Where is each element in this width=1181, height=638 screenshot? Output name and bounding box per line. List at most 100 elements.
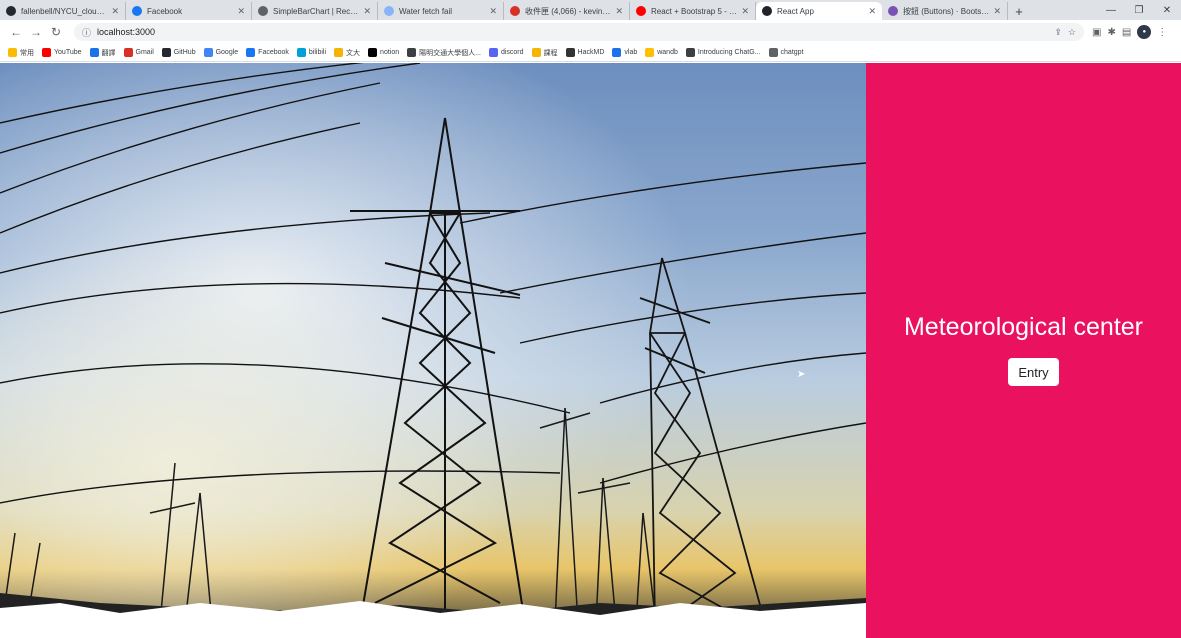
bookmark-icon bbox=[531, 48, 541, 57]
page-content: ➤ Meteorological center Entry bbox=[0, 63, 1181, 638]
tab-label: SimpleBarChart | Rechar... bbox=[273, 6, 360, 16]
bookmark-label: 文大 bbox=[346, 49, 361, 57]
bookmark-item[interactable]: Introducing ChatG... bbox=[685, 48, 761, 57]
bookmark-label: Introducing ChatG... bbox=[697, 49, 761, 56]
bookmark-label: discord bbox=[500, 49, 524, 56]
bookmark-icon bbox=[612, 48, 622, 57]
site-info-icon[interactable]: ⓘ bbox=[82, 26, 91, 39]
transmission-towers-illustration bbox=[0, 63, 866, 638]
bookmark-item[interactable]: YouTube bbox=[42, 48, 82, 57]
bookmark-item[interactable]: 陽明交通大學個人... bbox=[407, 48, 481, 58]
bookmark-item[interactable]: vlab bbox=[612, 48, 637, 57]
tab-label: React + Bootstrap 5 - Ini... bbox=[651, 6, 738, 16]
menu-icon[interactable]: ⋮ bbox=[1157, 27, 1167, 38]
bookmark-icon bbox=[296, 48, 306, 57]
bookmark-icon bbox=[246, 48, 256, 57]
bookmark-item[interactable]: chatgpt bbox=[768, 48, 804, 57]
share-icon[interactable]: ⇪ bbox=[1054, 27, 1062, 38]
tab-close-icon[interactable]: ✕ bbox=[741, 6, 749, 17]
bookmark-icon bbox=[368, 48, 378, 57]
puzzle-icon[interactable]: ✱ bbox=[1107, 27, 1115, 38]
bookmark-item[interactable]: Gmail bbox=[123, 48, 154, 57]
bookmark-label: 課程 bbox=[543, 49, 558, 57]
address-bar[interactable]: ⓘ localhost:3000 ⇪ ☆ bbox=[74, 23, 1084, 41]
react-icon bbox=[762, 6, 772, 16]
bookmark-icon bbox=[161, 48, 171, 57]
browser-tab[interactable]: Water fetch fail ✕ bbox=[378, 2, 504, 20]
bookmark-star-icon[interactable]: ☆ bbox=[1068, 27, 1076, 38]
bookmark-label: chatgpt bbox=[780, 49, 804, 56]
browser-tab[interactable]: Facebook ✕ bbox=[126, 2, 252, 20]
bookmark-label: HackMD bbox=[577, 49, 605, 56]
browser-tab[interactable]: React + Bootstrap 5 - Ini... ✕ bbox=[630, 2, 756, 20]
bookmark-item[interactable]: HackMD bbox=[565, 48, 605, 57]
tab-close-icon[interactable]: ✕ bbox=[615, 6, 623, 17]
tab-label: React App bbox=[777, 6, 814, 16]
bookmark-icon bbox=[334, 48, 344, 57]
tab-label: Water fetch fail bbox=[399, 6, 453, 16]
bookmark-icon bbox=[42, 48, 51, 57]
bookmark-label: wandb bbox=[657, 49, 678, 56]
bookmark-item[interactable]: 課程 bbox=[531, 48, 558, 58]
tab-close-icon[interactable]: ✕ bbox=[993, 6, 1001, 17]
bookmark-label: bilibili bbox=[308, 49, 327, 56]
forward-icon[interactable]: → bbox=[26, 22, 46, 42]
tab-close-icon[interactable]: ✕ bbox=[489, 6, 497, 17]
bookmark-item[interactable]: Facebook bbox=[246, 48, 289, 57]
tab-close-icon[interactable]: ✕ bbox=[237, 6, 245, 17]
bookmark-item[interactable]: notion bbox=[368, 48, 399, 57]
tab-close-icon[interactable]: ✕ bbox=[111, 6, 119, 17]
browser-tab[interactable]: fallenbell/NYCU_cloud_... ✕ bbox=[0, 2, 126, 20]
bookmark-label: 常用 bbox=[20, 49, 34, 57]
bookmark-item[interactable]: 翻譯 bbox=[89, 48, 116, 58]
document-icon bbox=[384, 6, 394, 16]
browser-tab[interactable]: SimpleBarChart | Rechar... ✕ bbox=[252, 2, 378, 20]
bookmarks-bar: 常用 YouTube 翻譯 Gmail GitHub Google Facebook bili… bbox=[0, 44, 1181, 62]
tab-label: 收件匣 (4,066) - kevin88... bbox=[525, 6, 612, 16]
restore-icon[interactable]: ❐ bbox=[1125, 5, 1153, 16]
bookmark-item[interactable]: 文大 bbox=[334, 48, 360, 58]
bookmark-item[interactable]: 常用 bbox=[8, 48, 34, 58]
minimize-icon[interactable]: — bbox=[1097, 5, 1125, 16]
bookmark-icon bbox=[8, 48, 17, 57]
browser-tab[interactable]: React App ✕ bbox=[756, 2, 882, 20]
window-controls: — ❐ ✕ bbox=[1097, 0, 1181, 20]
bookmark-label: vlab bbox=[624, 49, 638, 56]
mouse-cursor-icon: ➤ bbox=[797, 369, 806, 380]
browser-toolbar: ← → ↻ ⓘ localhost:3000 ⇪ ☆ ▣ ✱ ▤ ● ⋮ bbox=[0, 20, 1181, 44]
bookmark-icon bbox=[685, 48, 695, 57]
bookmark-label: Google bbox=[215, 49, 239, 56]
title-panel: Meteorological center Entry bbox=[866, 63, 1181, 638]
new-tab-button[interactable]: + bbox=[1008, 2, 1030, 20]
youtube-icon bbox=[636, 6, 646, 16]
profile-avatar[interactable]: ● bbox=[1137, 25, 1152, 39]
back-icon[interactable]: ← bbox=[6, 22, 26, 42]
extension-icon[interactable]: ▣ bbox=[1092, 27, 1101, 38]
url-text: localhost:3000 bbox=[97, 27, 156, 37]
bookmark-label: GitHub bbox=[173, 49, 196, 56]
bookmark-item[interactable]: Google bbox=[203, 48, 239, 57]
tab-close-icon[interactable]: ✕ bbox=[868, 6, 876, 17]
globe-icon bbox=[258, 6, 268, 16]
tab-label: fallenbell/NYCU_cloud_... bbox=[21, 6, 108, 16]
browser-tab[interactable]: 按鈕 (Buttons) · Bootstra... ✕ bbox=[882, 2, 1008, 20]
bookmark-item[interactable]: bilibili bbox=[296, 48, 327, 57]
page-title: Meteorological center bbox=[903, 313, 1143, 341]
bookmark-item[interactable]: discord bbox=[488, 48, 524, 57]
close-window-icon[interactable]: ✕ bbox=[1153, 5, 1181, 16]
power-lines-hero-image: ➤ bbox=[0, 63, 866, 638]
bookmark-item[interactable]: GitHub bbox=[161, 48, 196, 57]
tab-close-icon[interactable]: ✕ bbox=[363, 6, 371, 17]
bookmark-icon bbox=[645, 48, 655, 57]
sidebar-icon[interactable]: ▤ bbox=[1122, 27, 1131, 38]
bookmark-item[interactable]: wandb bbox=[645, 48, 678, 57]
browser-tab[interactable]: 收件匣 (4,066) - kevin88... ✕ bbox=[504, 2, 630, 20]
bookmark-icon bbox=[89, 48, 99, 57]
entry-button[interactable]: Entry bbox=[1008, 358, 1059, 386]
bookmark-icon bbox=[768, 48, 778, 57]
facebook-icon bbox=[132, 6, 142, 16]
reload-icon[interactable]: ↻ bbox=[46, 22, 66, 42]
bookmark-icon bbox=[203, 48, 213, 57]
bookmark-label: Gmail bbox=[135, 49, 154, 56]
bookmark-label: 翻譯 bbox=[101, 49, 116, 57]
